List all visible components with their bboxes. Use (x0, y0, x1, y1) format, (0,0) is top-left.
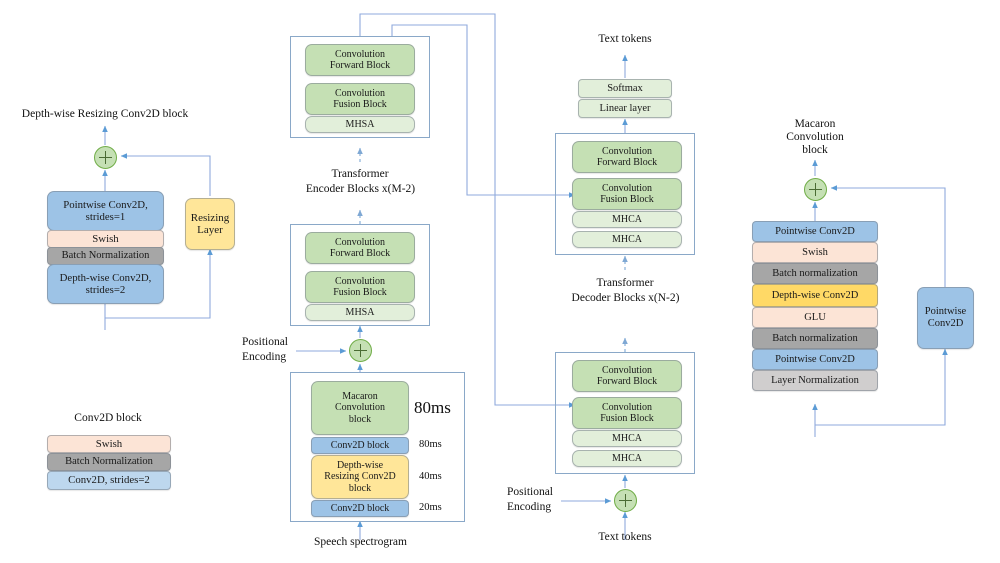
macaron-layer-swish[interactable]: Swish (752, 242, 878, 263)
frontend-depthwise-resizing-conv2d-block[interactable]: Depth-wise Resizing Conv2D block (311, 455, 409, 499)
encoder-lower-mhsa[interactable]: MHSA (305, 304, 415, 321)
decoder-upper-mhca-1[interactable]: MHCA (572, 211, 682, 228)
dwrc-block-title: Depth-wise Resizing Conv2D block (21, 108, 189, 120)
macaron-merge-node (804, 178, 827, 201)
frontend-timing-conv2d-upper: 80ms (419, 439, 442, 450)
macaron-layer-batch-normalization-top[interactable]: Batch normalization (752, 263, 878, 284)
macaron-layer-glu[interactable]: GLU (752, 307, 878, 328)
decoder-upper-convolution-forward-block[interactable]: Convolution Forward Block (572, 141, 682, 173)
decoder-upper-convolution-fusion-block[interactable]: Convolution Fusion Block (572, 178, 682, 210)
encoder-upper-convolution-fusion-block[interactable]: Convolution Fusion Block (305, 83, 415, 115)
macaron-layer-depthwise-conv2d[interactable]: Depth-wise Conv2D (752, 284, 878, 307)
conv2d-block-title: Conv2D block (74, 412, 142, 424)
dwrc-resizing-layer[interactable]: Resizing Layer (185, 198, 235, 250)
decoder-merge-node (614, 489, 637, 512)
frontend-macaron-convolution-block[interactable]: Macaron Convolution block (311, 381, 409, 435)
macaron-layer-pointwise-conv2d-top[interactable]: Pointwise Conv2D (752, 221, 878, 242)
decoder-lower-convolution-fusion-block[interactable]: Convolution Fusion Block (572, 397, 682, 429)
decoder-output-label: Text tokens (598, 33, 652, 45)
dwrc-merge-node (94, 146, 117, 169)
encoder-upper-convolution-forward-block[interactable]: Convolution Forward Block (305, 44, 415, 76)
decoder-linear-layer[interactable]: Linear layer (578, 99, 672, 118)
decoder-upper-mhca-2[interactable]: MHCA (572, 231, 682, 248)
wire-dwrc-residual-out (120, 153, 211, 196)
dwrc-layer-pointwise-conv2d[interactable]: Pointwise Conv2D, strides=1 (47, 191, 164, 231)
frontend-timing-conv2d-lower: 20ms (419, 502, 442, 513)
decoder-lower-mhca-2[interactable]: MHCA (572, 450, 682, 467)
encoder-positional-encoding-line1: Positional (242, 336, 289, 348)
decoder-caption-line1: Transformer (596, 277, 654, 289)
decoder-lower-convolution-forward-block[interactable]: Convolution Forward Block (572, 360, 682, 392)
macaron-layer-pointwise-conv2d-bottom[interactable]: Pointwise Conv2D (752, 349, 878, 370)
decoder-positional-encoding-line2: Encoding (507, 501, 552, 513)
decoder-positional-encoding-line1: Positional (507, 486, 554, 498)
macaron-block-title-line2: Convolution (786, 131, 844, 143)
dwrc-layer-swish[interactable]: Swish (47, 230, 164, 248)
encoder-caption-line2: Encoder Blocks x(M-2) (305, 183, 416, 195)
encoder-positional-encoding-line2: Encoding (242, 351, 287, 363)
encoder-lower-convolution-forward-block[interactable]: Convolution Forward Block (305, 232, 415, 264)
encoder-input-label: Speech spectrogram (314, 536, 407, 548)
conv2d-layer-swish[interactable]: Swish (47, 435, 171, 453)
dwrc-layer-depthwise-conv2d[interactable]: Depth-wise Conv2D, strides=2 (47, 264, 164, 304)
decoder-caption-line2: Decoder Blocks x(N-2) (571, 292, 680, 304)
conv2d-layer-conv2d-strides[interactable]: Conv2D, strides=2 (47, 471, 171, 490)
macaron-block-title-line3: block (802, 144, 828, 156)
decoder-lower-mhca-1[interactable]: MHCA (572, 430, 682, 447)
macaron-layer-batch-normalization-bottom[interactable]: Batch normalization (752, 328, 878, 349)
decoder-softmax[interactable]: Softmax (578, 79, 672, 98)
dwrc-layer-batch-normalization[interactable]: Batch Normalization (47, 247, 164, 265)
frontend-conv2d-block-upper[interactable]: Conv2D block (311, 437, 409, 454)
frontend-timing-macaron: 80ms (414, 398, 451, 417)
macaron-block-title-line1: Macaron (794, 118, 836, 130)
decoder-input-label: Text tokens (598, 531, 652, 543)
macaron-layer-layer-normalization[interactable]: Layer Normalization (752, 370, 878, 391)
encoder-upper-mhsa[interactable]: MHSA (305, 116, 415, 133)
diagram-canvas: Depth-wise Resizing Conv2D block Pointwi… (0, 0, 1000, 563)
encoder-merge-node (349, 339, 372, 362)
frontend-conv2d-block-lower[interactable]: Conv2D block (311, 500, 409, 517)
frontend-timing-dwrc: 40ms (419, 471, 442, 482)
encoder-lower-convolution-fusion-block[interactable]: Convolution Fusion Block (305, 271, 415, 303)
encoder-caption-line1: Transformer (331, 168, 389, 180)
macaron-side-pointwise-conv2d[interactable]: Pointwise Conv2D (917, 287, 974, 349)
conv2d-layer-batch-normalization[interactable]: Batch Normalization (47, 453, 171, 471)
